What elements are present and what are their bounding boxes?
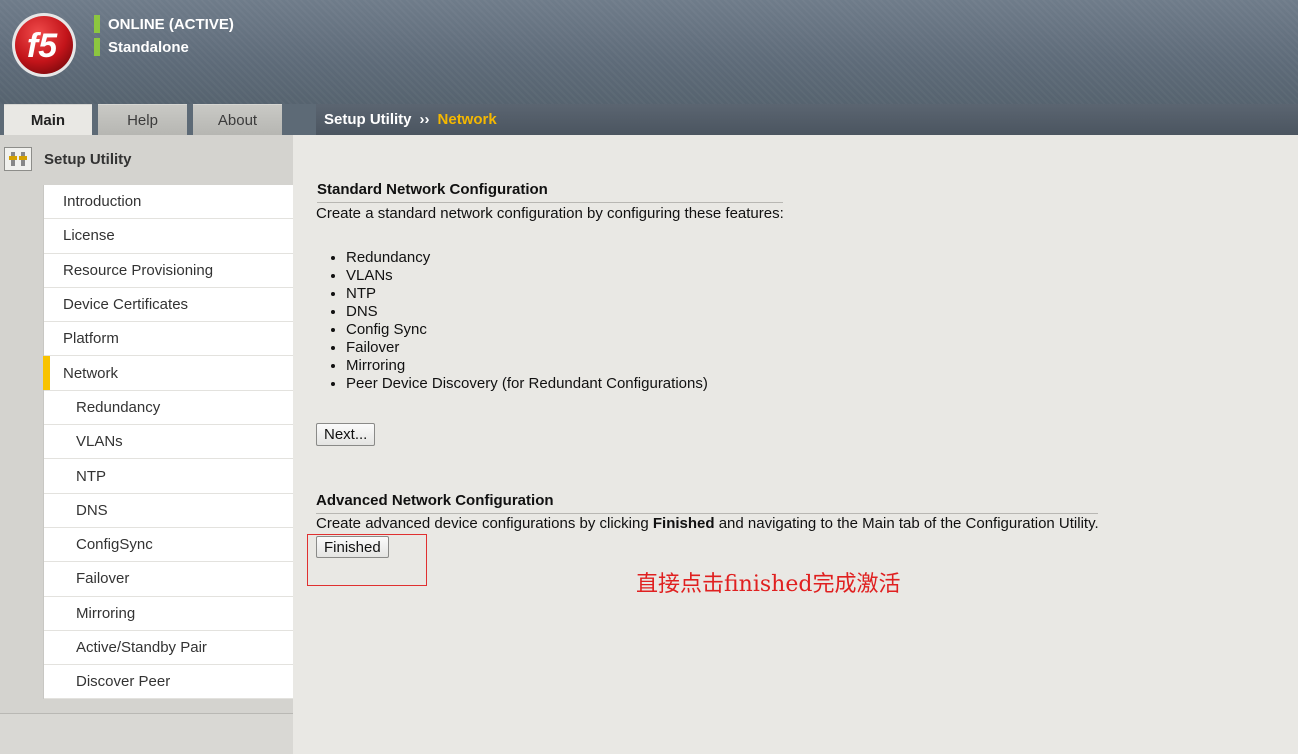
- tab-main[interactable]: Main: [4, 104, 92, 136]
- finished-emphasis: Finished: [652, 515, 715, 532]
- sidebar-footer: [0, 713, 293, 754]
- standard-config-description: Create a standard network configuration …: [316, 205, 784, 222]
- annotation-text: 直接点击finished完成激活: [636, 572, 901, 597]
- tabs-row: Main Help About Setup Utility ›› Network: [0, 104, 1298, 136]
- sidebar-item-resource-provisioning[interactable]: Resource Provisioning: [44, 254, 293, 288]
- feature-list: Redundancy VLANs NTP DNS Config Sync Fai…: [346, 249, 708, 393]
- sidebar-item-failover[interactable]: Failover: [44, 562, 293, 597]
- sidebar-item-mirroring[interactable]: Mirroring: [44, 597, 293, 631]
- sidebar-item-vlans[interactable]: VLANs: [44, 425, 293, 460]
- sidebar-item-discover-peer[interactable]: Discover Peer: [44, 665, 293, 700]
- header-banner: f5 ONLINE (ACTIVE) Standalone: [0, 0, 1298, 104]
- sidebar-item-network[interactable]: Network: [43, 356, 293, 391]
- setup-utility-icon: [4, 147, 32, 171]
- breadcrumb-separator: ››: [419, 111, 430, 128]
- sidebar-header: Setup Utility: [4, 147, 132, 171]
- sidebar-item-ntp[interactable]: NTP: [44, 459, 293, 494]
- sidebar-title: Setup Utility: [44, 150, 132, 168]
- breadcrumb: Setup Utility ›› Network: [316, 104, 1298, 135]
- status-primary: ONLINE (ACTIVE): [108, 15, 234, 33]
- sidebar-item-active-standby-pair[interactable]: Active/Standby Pair: [44, 631, 293, 666]
- status-secondary: Standalone: [108, 38, 189, 56]
- status-indicator: [94, 15, 100, 33]
- list-item: Redundancy: [346, 249, 708, 267]
- main-content: Standard Network Configuration Create a …: [293, 135, 1298, 754]
- standard-config-title: Standard Network Configuration: [317, 181, 548, 198]
- sidebar-item-redundancy[interactable]: Redundancy: [44, 391, 293, 426]
- sidebar-item-configsync[interactable]: ConfigSync: [44, 528, 293, 563]
- advanced-config-divider: [316, 513, 1098, 514]
- list-item: NTP: [346, 285, 708, 303]
- annotation-highlight-box: [307, 534, 427, 586]
- sidebar-item-introduction[interactable]: Introduction: [44, 185, 293, 220]
- list-item: DNS: [346, 303, 708, 321]
- advanced-config-description: Create advanced device configurations by…: [316, 515, 1099, 532]
- list-item: Failover: [346, 339, 708, 357]
- sidebar-item-dns[interactable]: DNS: [44, 494, 293, 528]
- list-item: Peer Device Discovery (for Redundant Con…: [346, 375, 708, 393]
- sidebar-nav: Introduction License Resource Provisioni…: [43, 185, 293, 700]
- list-item: Config Sync: [346, 321, 708, 339]
- sidebar-item-license[interactable]: License: [44, 219, 293, 254]
- breadcrumb-current: Network: [437, 111, 497, 128]
- tab-help[interactable]: Help: [98, 104, 187, 135]
- standard-config-divider: [317, 202, 783, 203]
- tab-about[interactable]: About: [193, 104, 282, 135]
- sidebar-item-platform[interactable]: Platform: [44, 322, 293, 357]
- logo-text: f5: [27, 27, 58, 65]
- advanced-config-title: Advanced Network Configuration: [316, 492, 554, 509]
- list-item: Mirroring: [346, 357, 708, 375]
- status-indicator: [94, 38, 100, 56]
- f5-logo: f5: [12, 13, 76, 77]
- breadcrumb-parent[interactable]: Setup Utility: [324, 111, 412, 128]
- sidebar: Setup Utility Introduction License Resou…: [0, 135, 293, 713]
- list-item: VLANs: [346, 267, 708, 285]
- sidebar-item-device-certificates[interactable]: Device Certificates: [44, 288, 293, 323]
- next-button[interactable]: Next...: [316, 423, 376, 446]
- system-status: ONLINE (ACTIVE) Standalone: [94, 14, 234, 60]
